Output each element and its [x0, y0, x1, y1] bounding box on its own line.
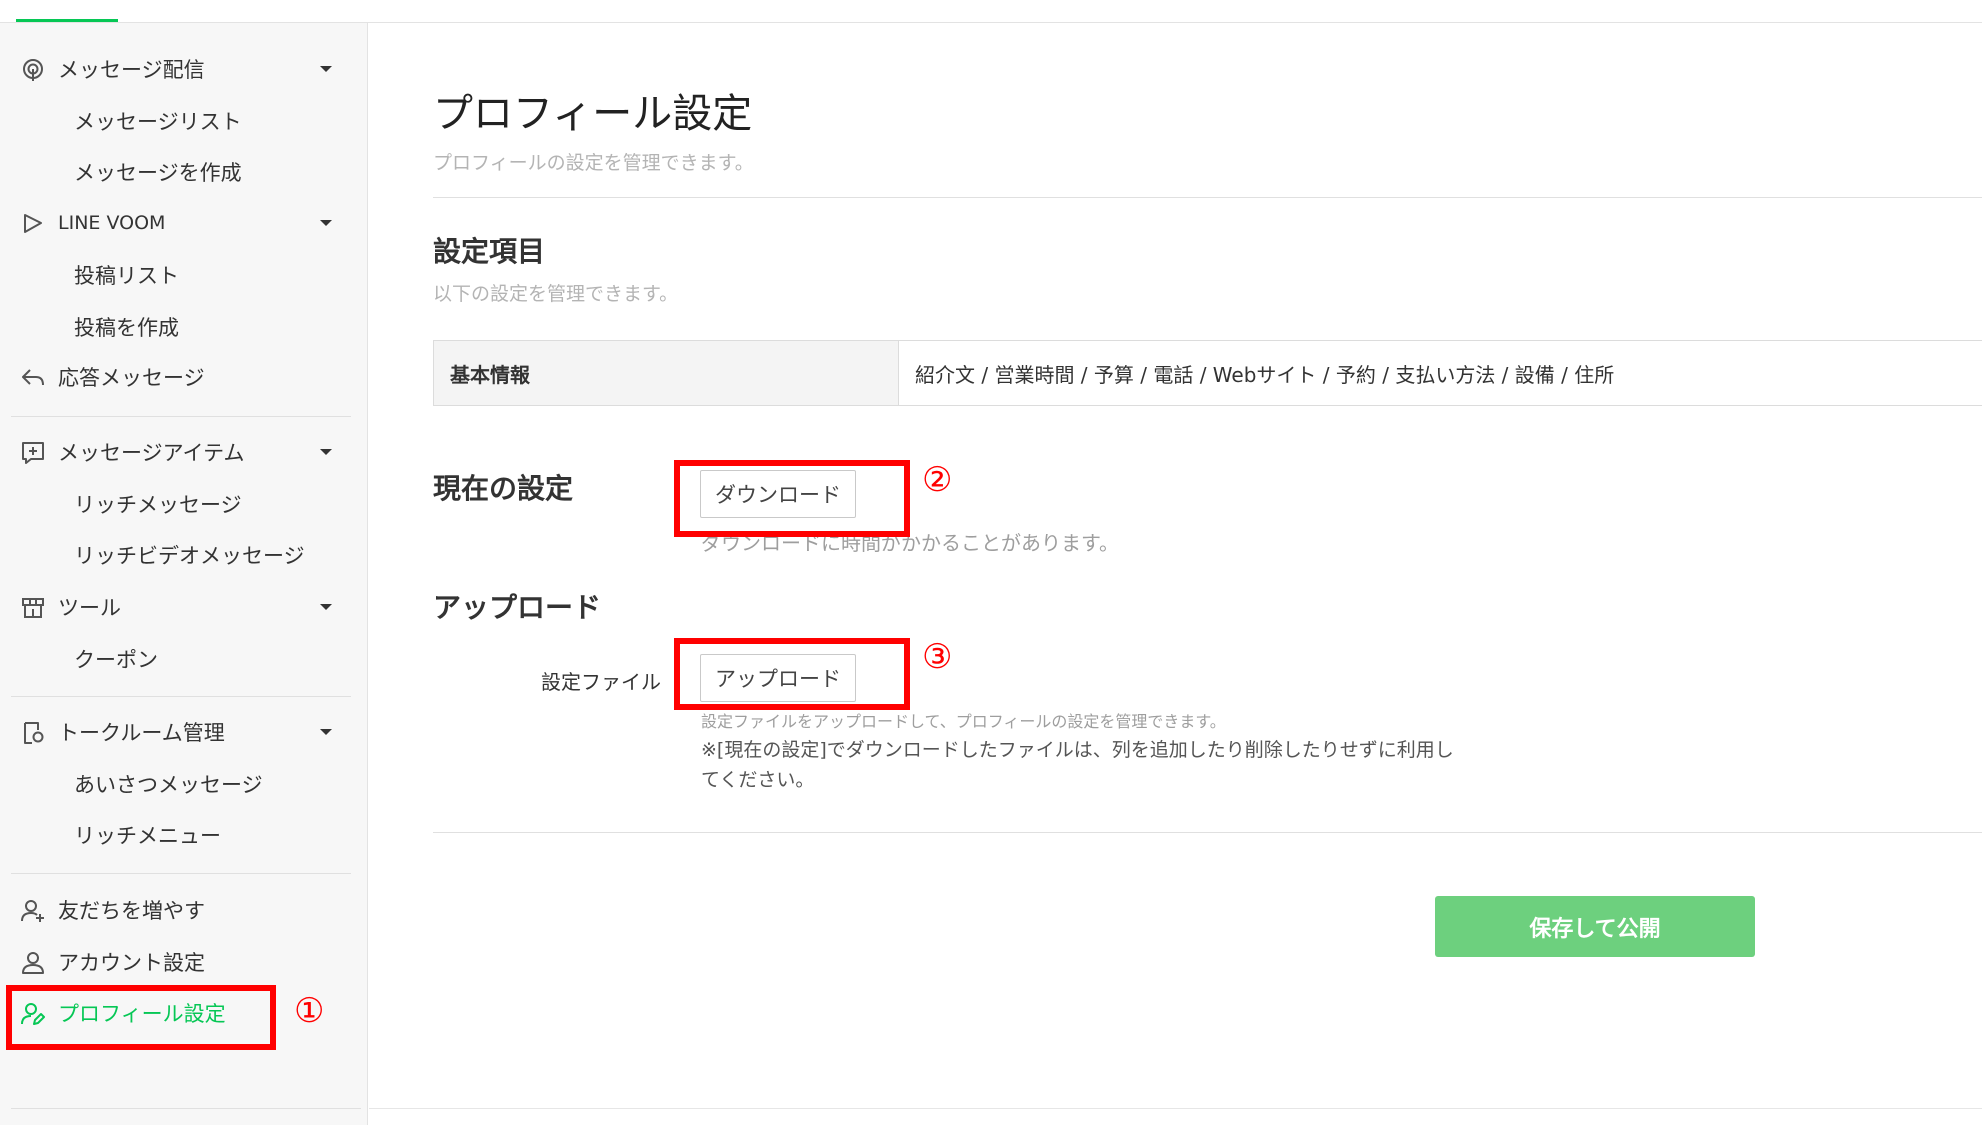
sidebar-item-rich-menu[interactable]: リッチメニュー: [74, 815, 221, 855]
upload-note: ※[現在の設定]でダウンロードしたファイルは、列を追加したり削除したりせずに利用…: [701, 739, 1454, 791]
sidebar-divider: [11, 1108, 361, 1109]
sidebar-item-rich-video-message[interactable]: リッチビデオメッセージ: [74, 535, 305, 575]
bottom-divider: [369, 1108, 1982, 1109]
sidebar-group-message-delivery[interactable]: メッセージ配信: [0, 47, 368, 91]
sidebar-divider: [11, 416, 351, 417]
chevron-down-icon: [320, 729, 332, 735]
settings-table: 基本情報 紹介文 / 営業時間 / 予算 / 電話 / Webサイト / 予約 …: [433, 340, 1982, 406]
section-divider: [433, 197, 1982, 198]
sidebar: メッセージ配信 メッセージリスト メッセージを作成 LINE VOOM 投稿リス…: [0, 23, 368, 1125]
sidebar-group-label: トークルーム管理: [58, 721, 225, 745]
sidebar-group-line-voom[interactable]: LINE VOOM: [0, 201, 368, 245]
play-icon: [24, 214, 42, 233]
settings-section-description: 以下の設定を管理できます。: [433, 283, 679, 305]
sidebar-item-auto-reply[interactable]: 応答メッセージ: [0, 355, 368, 399]
sidebar-item-coupon[interactable]: クーポン: [74, 639, 158, 679]
broadcast-icon: [23, 59, 43, 81]
sidebar-item-label: 友だちを増やす: [58, 899, 205, 923]
chevron-down-icon: [320, 220, 332, 226]
user-icon: [22, 952, 44, 974]
upload-hint: 設定ファイルをアップロードして、プロフィールの設定を管理できます。: [701, 712, 1226, 731]
top-tab-bar: [0, 0, 1982, 23]
sidebar-group-label: メッセージ配信: [58, 58, 205, 82]
table-value-cell: 紹介文 / 営業時間 / 予算 / 電話 / Webサイト / 予約 / 支払い…: [915, 362, 1615, 387]
sidebar-item-grow-friends[interactable]: 友だちを増やす: [0, 888, 368, 932]
annotation-box-2: [674, 460, 910, 537]
settings-section-title: 設定項目: [433, 235, 546, 268]
upload-section-title: アップロード: [433, 591, 602, 624]
save-and-publish-button[interactable]: 保存して公開: [1435, 896, 1755, 957]
chevron-down-icon: [320, 604, 332, 610]
sidebar-item-rich-message[interactable]: リッチメッセージ: [74, 484, 242, 524]
store-icon: [22, 598, 44, 618]
active-tab-indicator: [16, 19, 118, 22]
sidebar-group-label: LINE VOOM: [58, 212, 166, 234]
settings-file-label: 設定ファイル: [541, 670, 661, 694]
add-friend-icon: [21, 900, 44, 922]
sidebar-item-label: アカウント設定: [58, 951, 205, 975]
sidebar-item-account-settings[interactable]: アカウント設定: [0, 940, 368, 984]
chevron-down-icon: [320, 66, 332, 72]
annotation-box-1: [6, 985, 276, 1050]
sidebar-group-label: ツール: [58, 596, 121, 620]
sidebar-group-label: メッセージアイテム: [58, 441, 245, 465]
section-divider: [433, 832, 1982, 833]
sidebar-group-message-items[interactable]: メッセージアイテム: [0, 430, 368, 474]
page-title: プロフィール設定: [433, 91, 753, 137]
main-content: プロフィール設定 プロフィールの設定を管理できます。 設定項目 以下の設定を管理…: [369, 23, 1982, 1125]
sidebar-item-post-list[interactable]: 投稿リスト: [74, 255, 179, 295]
sidebar-divider: [11, 873, 351, 874]
sidebar-group-tools[interactable]: ツール: [0, 585, 368, 629]
chat-settings-icon: [24, 722, 44, 744]
sidebar-item-label: 応答メッセージ: [58, 366, 205, 390]
sidebar-group-chat-room[interactable]: トークルーム管理: [0, 710, 368, 754]
page-description: プロフィールの設定を管理できます。: [433, 152, 754, 174]
table-header-cell: 基本情報: [434, 341, 899, 405]
sidebar-item-create-message[interactable]: メッセージを作成: [74, 152, 242, 192]
annotation-number-3: ③: [922, 637, 953, 677]
sidebar-item-greeting-message[interactable]: あいさつメッセージ: [74, 764, 263, 804]
annotation-box-3: [674, 638, 910, 710]
chevron-down-icon: [320, 449, 332, 455]
sidebar-divider: [11, 696, 351, 697]
annotation-number-2: ②: [922, 460, 953, 500]
reply-icon: [22, 369, 44, 386]
current-settings-title: 現在の設定: [433, 472, 574, 505]
sidebar-item-message-list[interactable]: メッセージリスト: [74, 101, 242, 141]
add-box-icon: [22, 442, 44, 464]
sidebar-item-create-post[interactable]: 投稿を作成: [74, 307, 179, 347]
annotation-number-1: ①: [294, 991, 325, 1031]
